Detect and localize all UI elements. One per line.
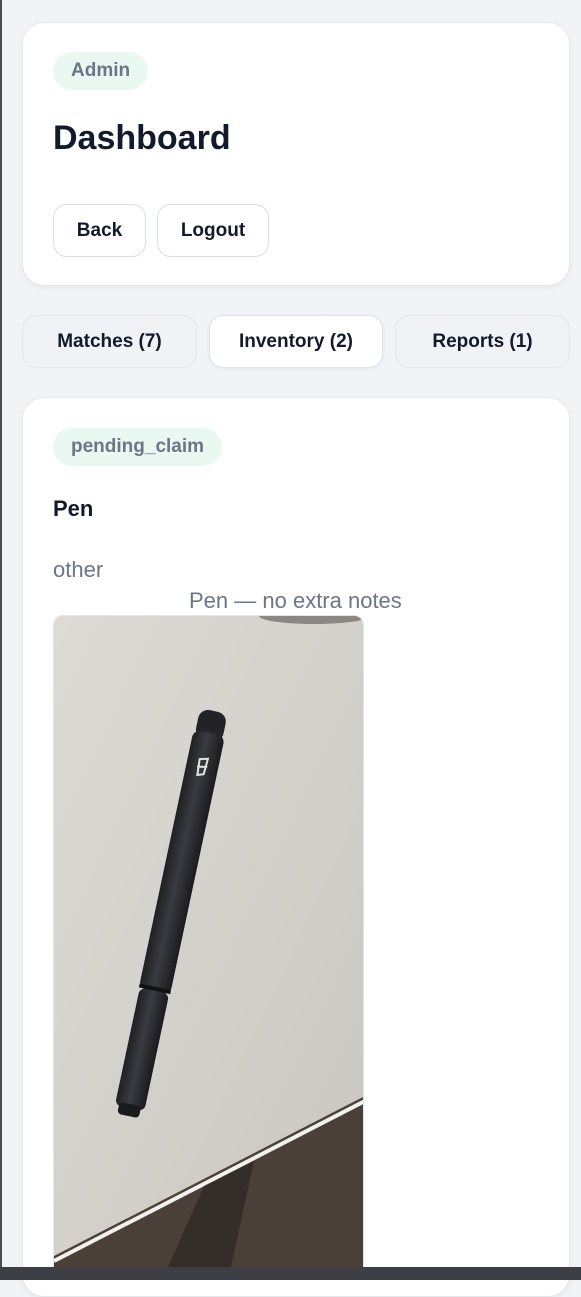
role-badge: Admin: [53, 52, 149, 90]
page-title: Dashboard: [53, 119, 231, 157]
tab-inventory[interactable]: Inventory (2): [209, 315, 383, 368]
inventory-item-card: pending_claim Pen other Pen — no extra n…: [22, 397, 570, 1297]
bottom-bar: [0, 1267, 581, 1280]
pen-photo-icon: [54, 616, 363, 1274]
item-notes: Pen — no extra notes: [189, 588, 402, 613]
tab-reports[interactable]: Reports (1): [395, 315, 570, 368]
logout-button[interactable]: Logout: [157, 204, 269, 257]
header-card: Admin Dashboard Back Logout: [22, 22, 570, 286]
window-edge: [0, 0, 2, 1280]
back-button[interactable]: Back: [53, 204, 146, 257]
item-name: Pen: [53, 496, 94, 521]
item-photo[interactable]: [53, 615, 364, 1275]
item-category: other: [53, 557, 104, 582]
status-badge: pending_claim: [53, 428, 223, 466]
tab-matches[interactable]: Matches (7): [22, 315, 197, 368]
